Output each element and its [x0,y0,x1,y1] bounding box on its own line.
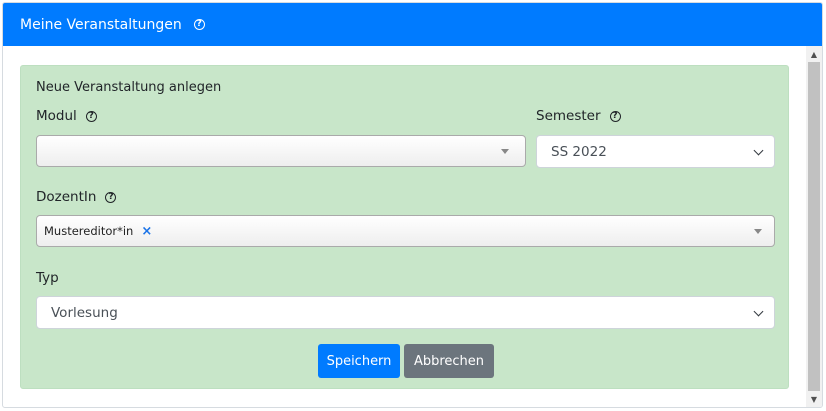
dozent-help-icon[interactable]: ? [105,191,117,203]
modul-label: Modul [36,108,77,124]
semester-label: Semester [536,108,601,124]
typ-label-row: Typ [36,270,59,286]
chip-label: Mustereditor*in [44,224,134,238]
semester-help-icon[interactable]: ? [609,110,621,122]
semester-value: SS 2022 [551,143,607,160]
dozent-label: DozentIn [36,189,97,205]
dozent-label-row: DozentIn ? [36,189,117,205]
modul-label-row: Modul ? [36,108,97,124]
chevron-down-icon [501,149,509,154]
typ-value: Vorlesung [51,304,118,321]
chevron-down-icon [753,306,764,317]
cancel-button[interactable]: Abbrechen [404,344,494,378]
semester-select[interactable]: SS 2022 [536,135,775,168]
form-title: Neue Veranstaltung anlegen [36,80,222,95]
modul-help-icon[interactable]: ? [85,110,97,122]
selected-dozent-chip: Mustereditor*in × [44,224,152,239]
panel-header: Meine Veranstaltungen ? [3,3,822,46]
new-event-form: Neue Veranstaltung anlegen Modul ? Semes… [20,65,789,389]
modul-select[interactable] [36,135,526,167]
typ-label: Typ [36,270,59,286]
scrollbar-thumb[interactable] [808,62,820,391]
help-icon[interactable]: ? [193,19,205,30]
dozent-multiselect[interactable]: Mustereditor*in × [36,215,775,247]
arrow-down-icon[interactable]: ▼ [806,391,822,407]
close-icon[interactable]: × [141,224,152,239]
save-button[interactable]: Speichern [318,344,400,378]
arrow-up-icon[interactable]: ▲ [806,46,822,62]
page-title: Meine Veranstaltungen [20,16,182,33]
chevron-down-icon [754,229,762,234]
chevron-down-icon [753,145,764,156]
semester-label-row: Semester ? [536,108,621,124]
typ-select[interactable]: Vorlesung [36,296,775,329]
events-panel: Meine Veranstaltungen ? Neue Veranstaltu… [2,2,823,408]
vertical-scrollbar[interactable]: ▲ ▼ [806,46,822,407]
